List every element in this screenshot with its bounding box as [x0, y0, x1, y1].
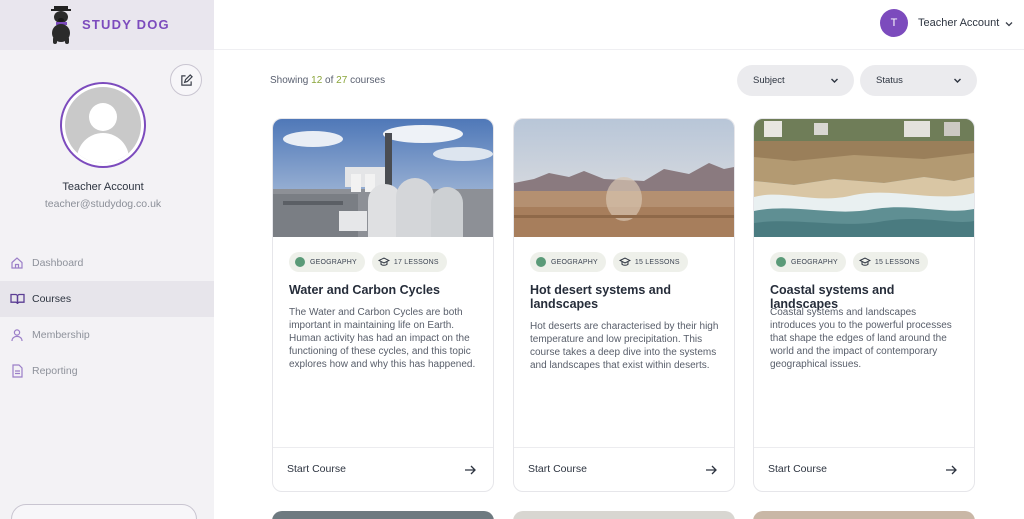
subject-badge: GEOGRAPHY — [770, 252, 846, 272]
lessons-badge: 15 LESSONS — [612, 252, 688, 272]
graduation-cap-icon — [618, 257, 631, 266]
course-footer: Start Course — [273, 447, 493, 491]
showing-total: 27 — [336, 75, 348, 86]
results-count: Showing 12 of 27 courses — [270, 75, 385, 86]
sidebar-item-courses[interactable]: Courses — [0, 281, 214, 317]
subject-filter-select[interactable]: Subject — [737, 65, 854, 96]
start-course-link[interactable]: Start Course — [768, 463, 827, 475]
user-avatar[interactable]: T — [880, 9, 908, 37]
course-tags: GEOGRAPHY 15 LESSONS — [770, 252, 928, 272]
subject-filter-label: Subject — [753, 75, 785, 86]
lessons-badge-label: 15 LESSONS — [634, 258, 680, 266]
course-title[interactable]: Water and Carbon Cycles — [289, 283, 481, 297]
start-course-link[interactable]: Start Course — [528, 463, 587, 475]
status-filter-select[interactable]: Status — [860, 65, 977, 96]
showing-count: 12 — [311, 75, 323, 86]
profile-name: Teacher Account — [62, 181, 144, 193]
subject-dot-icon — [776, 257, 786, 267]
showing-suffix: courses — [350, 75, 386, 86]
edit-icon — [180, 73, 193, 86]
status-filter-label: Status — [876, 75, 903, 86]
showing-prefix: Showing — [270, 75, 309, 86]
course-card-peek[interactable] — [753, 511, 975, 519]
document-icon — [9, 363, 25, 379]
course-card[interactable]: GEOGRAPHY 15 LESSONS Coastal systems and… — [753, 118, 975, 492]
edit-profile-button[interactable] — [170, 64, 202, 96]
sidebar-item-reporting[interactable]: Reporting — [0, 353, 214, 389]
user-menu-name[interactable]: Teacher Account — [918, 17, 999, 29]
subject-dot-icon — [536, 257, 546, 267]
brand-name[interactable]: STUDY DOG — [82, 17, 170, 32]
lessons-badge: 17 LESSONS — [371, 252, 447, 272]
course-title[interactable]: Hot desert systems and landscapes — [530, 283, 722, 311]
home-icon — [9, 255, 25, 271]
sidebar-item-dashboard[interactable]: Dashboard — [0, 245, 214, 281]
graduation-cap-icon — [858, 257, 871, 266]
course-image-coast — [754, 119, 974, 237]
sidebar-nav: Dashboard Courses Membership Reporting — [0, 245, 214, 389]
top-header: T Teacher Account — [214, 0, 1024, 50]
subject-dot-icon — [295, 257, 305, 267]
dog-logo-icon[interactable] — [48, 6, 74, 44]
arrow-right-icon[interactable] — [463, 463, 477, 477]
user-icon — [9, 327, 25, 343]
course-tags: GEOGRAPHY 17 LESSONS — [289, 252, 447, 272]
course-card[interactable]: GEOGRAPHY 15 LESSONS Hot desert systems … — [513, 118, 735, 492]
brand-bar: STUDY DOG — [0, 0, 214, 50]
sidebar-item-label: Courses — [32, 293, 72, 305]
sidebar-bottom-button[interactable] — [11, 504, 197, 519]
profile-avatar — [60, 82, 146, 168]
arrow-right-icon[interactable] — [944, 463, 958, 477]
lessons-badge: 15 LESSONS — [852, 252, 928, 272]
showing-of: of — [325, 75, 334, 86]
start-course-link[interactable]: Start Course — [287, 463, 346, 475]
course-image-desert — [514, 119, 734, 237]
sidebar-item-label: Membership — [32, 329, 90, 341]
subject-badge-label: GEOGRAPHY — [310, 258, 357, 266]
arrow-right-icon[interactable] — [704, 463, 718, 477]
sidebar-item-label: Reporting — [32, 365, 78, 377]
chevron-down-icon — [831, 78, 838, 83]
sidebar-item-label: Dashboard — [32, 257, 84, 269]
course-description: The Water and Carbon Cycles are both imp… — [289, 307, 476, 370]
book-icon — [9, 291, 25, 307]
subject-badge: GEOGRAPHY — [289, 252, 365, 272]
subject-badge: GEOGRAPHY — [530, 252, 606, 272]
course-footer: Start Course — [754, 447, 974, 491]
subject-badge-label: GEOGRAPHY — [551, 258, 598, 266]
course-description: Coastal systems and landscapes introduce… — [770, 307, 952, 370]
course-card[interactable]: GEOGRAPHY 17 LESSONS Water and Carbon Cy… — [272, 118, 494, 492]
lessons-badge-label: 17 LESSONS — [393, 258, 439, 266]
course-description: Hot deserts are characterised by their h… — [530, 321, 719, 371]
course-card-peek[interactable] — [513, 511, 735, 519]
course-footer: Start Course — [514, 447, 734, 491]
sidebar: STUDY DOG Teacher Account teacher@studyd… — [0, 0, 214, 519]
course-tags: GEOGRAPHY 15 LESSONS — [530, 252, 688, 272]
sidebar-item-membership[interactable]: Membership — [0, 317, 214, 353]
graduation-cap-icon — [377, 257, 390, 266]
profile-email: teacher@studydog.co.uk — [44, 198, 162, 210]
course-card-peek[interactable] — [272, 511, 494, 519]
chevron-down-icon[interactable] — [1003, 18, 1015, 30]
avatar-placeholder-icon — [65, 87, 141, 163]
lessons-badge-label: 15 LESSONS — [874, 258, 920, 266]
chevron-down-icon — [954, 78, 961, 83]
subject-badge-label: GEOGRAPHY — [791, 258, 838, 266]
course-image-power-station — [273, 119, 493, 237]
